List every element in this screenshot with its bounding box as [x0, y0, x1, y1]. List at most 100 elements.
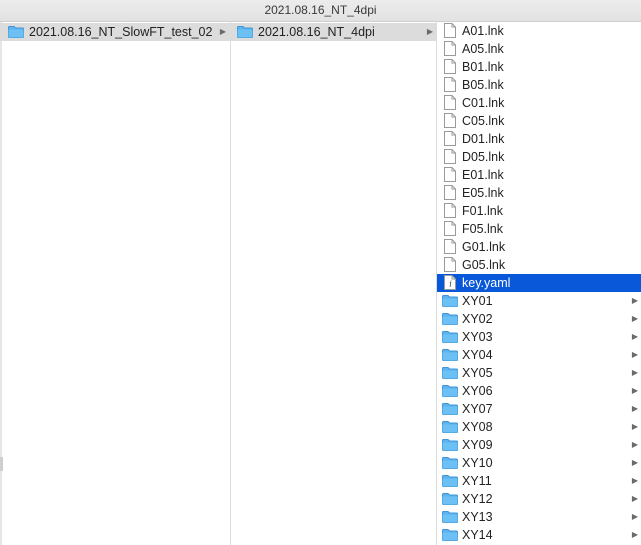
text-document-icon: i	[444, 275, 456, 290]
folder-icon	[442, 457, 458, 469]
file-row[interactable]: F05.lnk	[437, 220, 641, 238]
folder-label: XY06	[462, 384, 493, 398]
folder-icon	[442, 385, 458, 397]
folder-icon	[442, 313, 458, 325]
document-icon	[444, 41, 456, 56]
chevron-right-icon: ▶	[631, 512, 639, 521]
folder-label: XY04	[462, 348, 493, 362]
document-icon	[444, 149, 456, 164]
chevron-right-icon: ▶	[631, 386, 639, 395]
folder-label: XY01	[462, 294, 493, 308]
column-resize-handle[interactable]	[0, 457, 3, 471]
file-row[interactable]: A01.lnk	[437, 22, 641, 40]
folder-row[interactable]: XY04 ▶	[437, 346, 641, 364]
column-3[interactable]: A01.lnk A05.lnk B01.lnk B05.lnk C01.lnk C05.l…	[437, 22, 641, 545]
file-row[interactable]: A05.lnk	[437, 40, 641, 58]
folder-label: XY02	[462, 312, 493, 326]
folder-icon	[442, 511, 458, 523]
file-row[interactable]: G01.lnk	[437, 238, 641, 256]
document-icon	[444, 257, 456, 272]
folder-row[interactable]: XY02 ▶	[437, 310, 641, 328]
folder-row[interactable]: XY07 ▶	[437, 400, 641, 418]
file-label: E01.lnk	[462, 168, 504, 182]
file-row[interactable]: F01.lnk	[437, 202, 641, 220]
file-row[interactable]: B01.lnk	[437, 58, 641, 76]
chevron-right-icon: ▶	[631, 368, 639, 377]
file-label: B01.lnk	[462, 60, 504, 74]
column-1[interactable]: 2021.08.16_NT_SlowFT_test_02 ▶	[0, 22, 231, 545]
column-2[interactable]: 2021.08.16_NT_4dpi ▶	[231, 22, 437, 545]
chevron-right-icon: ▶	[631, 422, 639, 431]
folder-row[interactable]: XY10 ▶	[437, 454, 641, 472]
file-row[interactable]: G05.lnk	[437, 256, 641, 274]
folder-row[interactable]: XY05 ▶	[437, 364, 641, 382]
document-icon	[444, 167, 456, 182]
column-1-selected-folder[interactable]: 2021.08.16_NT_SlowFT_test_02 ▶	[0, 23, 230, 41]
folder-icon	[442, 493, 458, 505]
file-row[interactable]: C01.lnk	[437, 94, 641, 112]
file-label: D01.lnk	[462, 132, 505, 146]
chevron-right-icon: ▶	[631, 332, 639, 341]
folder-label: XY05	[462, 366, 493, 380]
chevron-right-icon: ▶	[219, 27, 227, 36]
chevron-right-icon: ▶	[631, 404, 639, 413]
folder-icon	[442, 529, 458, 541]
folder-icon	[442, 403, 458, 415]
folder-label: XY07	[462, 402, 493, 416]
folder-row[interactable]: XY03 ▶	[437, 328, 641, 346]
folder-label: XY08	[462, 420, 493, 434]
folder-row[interactable]: XY01 ▶	[437, 292, 641, 310]
folder-row[interactable]: XY11 ▶	[437, 472, 641, 490]
file-label: F05.lnk	[462, 222, 503, 236]
file-row[interactable]: i key.yaml	[437, 274, 641, 292]
folder-label: XY13	[462, 510, 493, 524]
folder-label: XY03	[462, 330, 493, 344]
folder-label: XY11	[462, 474, 492, 488]
file-label: C01.lnk	[462, 96, 505, 110]
folder-row[interactable]: XY09 ▶	[437, 436, 641, 454]
chevron-right-icon: ▶	[631, 440, 639, 449]
folder-row[interactable]: XY14 ▶	[437, 526, 641, 544]
chevron-right-icon: ▶	[631, 458, 639, 467]
file-row[interactable]: D05.lnk	[437, 148, 641, 166]
file-label: B05.lnk	[462, 78, 504, 92]
folder-icon	[442, 421, 458, 433]
folder-icon	[442, 295, 458, 307]
folder-row[interactable]: XY06 ▶	[437, 382, 641, 400]
file-row[interactable]: E01.lnk	[437, 166, 641, 184]
document-icon	[444, 77, 456, 92]
document-icon	[444, 23, 456, 38]
folder-icon	[442, 349, 458, 361]
chevron-right-icon: ▶	[631, 494, 639, 503]
folder-label: XY14	[462, 528, 493, 542]
chevron-right-icon: ▶	[631, 350, 639, 359]
document-icon	[444, 131, 456, 146]
folder-icon	[8, 26, 24, 38]
document-icon	[444, 221, 456, 236]
svg-text:i: i	[449, 280, 452, 289]
folder-icon	[442, 439, 458, 451]
file-row[interactable]: C05.lnk	[437, 112, 641, 130]
file-label: A01.lnk	[462, 24, 504, 38]
document-icon	[444, 239, 456, 254]
file-label: key.yaml	[462, 276, 511, 290]
folder-row[interactable]: XY13 ▶	[437, 508, 641, 526]
file-label: F01.lnk	[462, 204, 503, 218]
file-row[interactable]: E05.lnk	[437, 184, 641, 202]
folder-label: 2021.08.16_NT_SlowFT_test_02	[29, 25, 213, 39]
column-2-selected-folder[interactable]: 2021.08.16_NT_4dpi ▶	[231, 23, 436, 41]
file-label: E05.lnk	[462, 186, 504, 200]
file-row[interactable]: D01.lnk	[437, 130, 641, 148]
folder-row[interactable]: XY12 ▶	[437, 490, 641, 508]
window-title: 2021.08.16_NT_4dpi	[0, 0, 641, 22]
document-icon	[444, 95, 456, 110]
folder-icon	[442, 331, 458, 343]
folder-icon	[442, 475, 458, 487]
document-icon	[444, 203, 456, 218]
folder-row[interactable]: XY08 ▶	[437, 418, 641, 436]
file-label: G05.lnk	[462, 258, 506, 272]
chevron-right-icon: ▶	[631, 314, 639, 323]
file-row[interactable]: B05.lnk	[437, 76, 641, 94]
folder-label: XY12	[462, 492, 493, 506]
document-icon	[444, 59, 456, 74]
